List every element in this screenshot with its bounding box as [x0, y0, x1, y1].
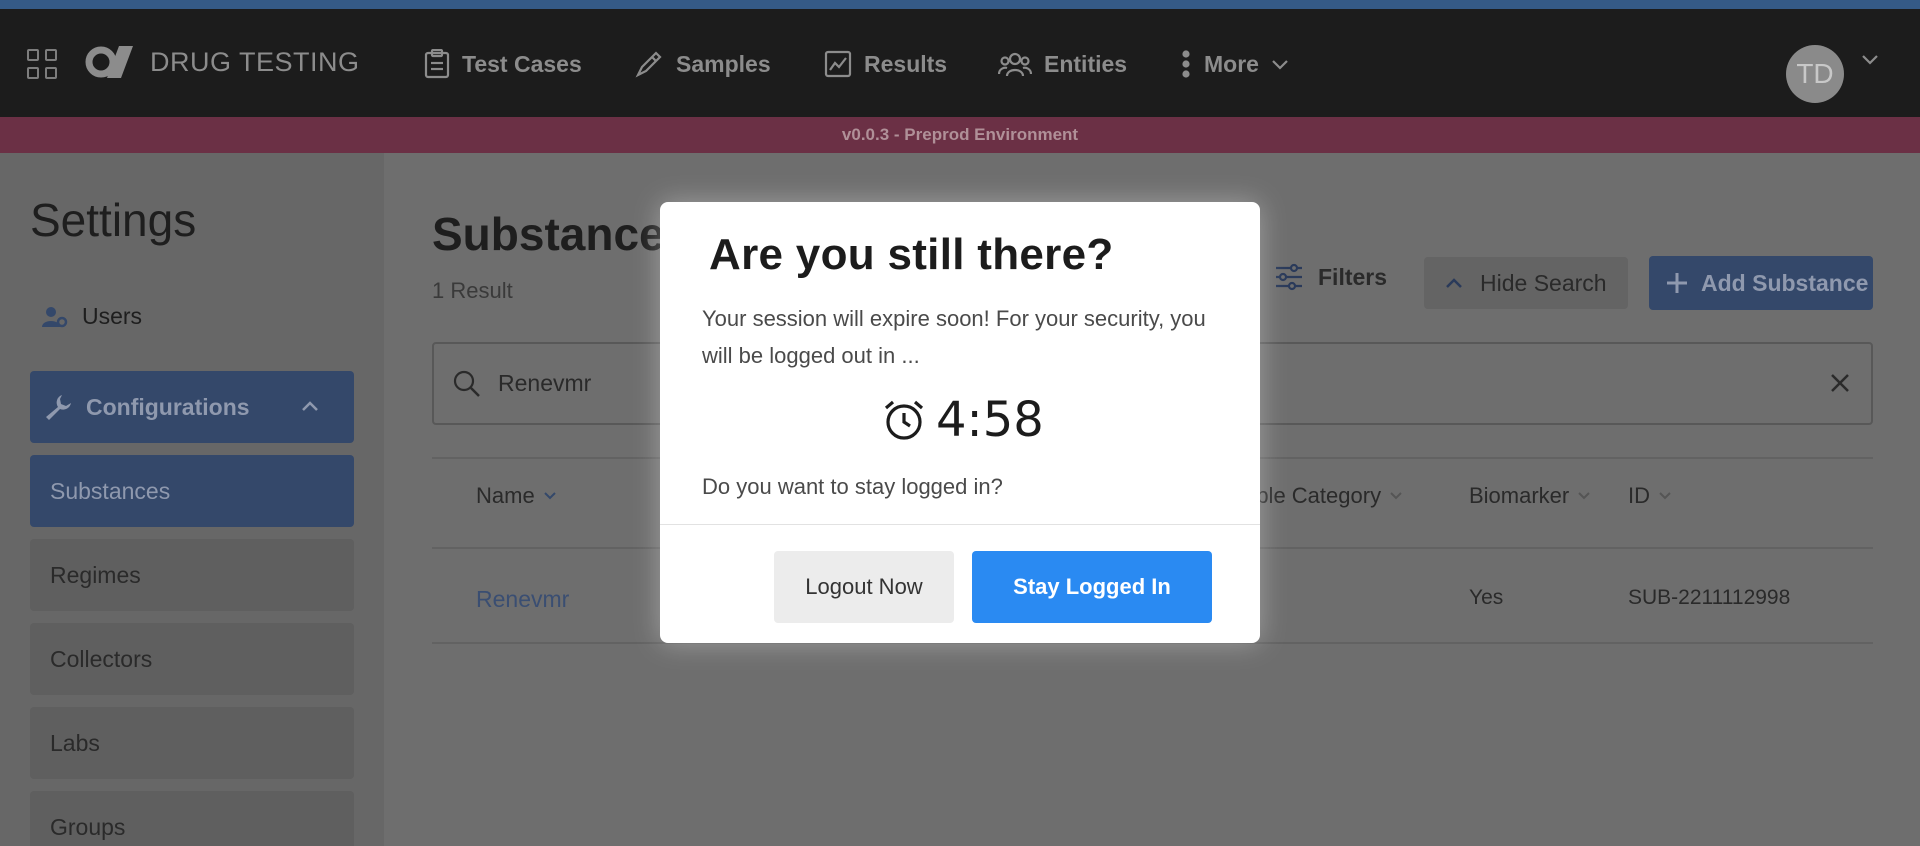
dialog-divider: [660, 524, 1260, 525]
logout-now-button[interactable]: Logout Now: [774, 551, 954, 623]
timer-value: 4:58: [936, 392, 1044, 448]
alarm-clock-icon: [884, 400, 924, 440]
dialog-question: Do you want to stay logged in?: [702, 474, 1003, 499]
dialog-message: Your session will expire soon! For your …: [702, 306, 1206, 368]
dialog-title: Are you still there?: [709, 230, 1114, 279]
session-timeout-dialog: Are you still there? Your session will e…: [660, 202, 1260, 643]
countdown-timer: 4:58: [882, 392, 1044, 448]
stay-logged-in-button[interactable]: Stay Logged In: [972, 551, 1212, 623]
